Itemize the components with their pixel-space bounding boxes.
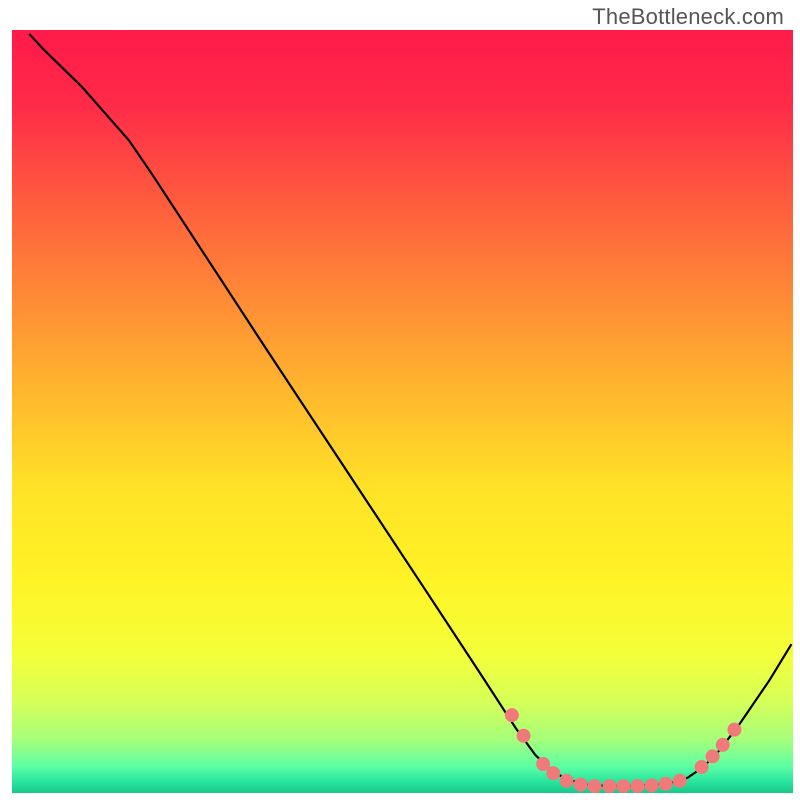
curve-marker bbox=[659, 777, 673, 791]
bottleneck-chart: TheBottleneck.com bbox=[0, 0, 800, 800]
curve-marker bbox=[631, 779, 645, 793]
curve-marker bbox=[505, 708, 519, 722]
curve-marker bbox=[517, 729, 531, 743]
curve-marker bbox=[706, 749, 720, 763]
curve-marker bbox=[673, 774, 687, 788]
watermark-text: TheBottleneck.com bbox=[592, 4, 784, 30]
curve-marker bbox=[574, 778, 588, 792]
curve-marker bbox=[546, 766, 560, 780]
chart-svg bbox=[0, 0, 800, 800]
curve-marker bbox=[727, 723, 741, 737]
curve-marker bbox=[560, 774, 574, 788]
curve-marker bbox=[602, 779, 616, 793]
curve-marker bbox=[695, 760, 709, 774]
curve-marker bbox=[645, 778, 659, 792]
curve-marker bbox=[617, 779, 631, 793]
curve-marker bbox=[716, 738, 730, 752]
curve-marker bbox=[588, 779, 602, 793]
plot-background bbox=[12, 30, 793, 793]
